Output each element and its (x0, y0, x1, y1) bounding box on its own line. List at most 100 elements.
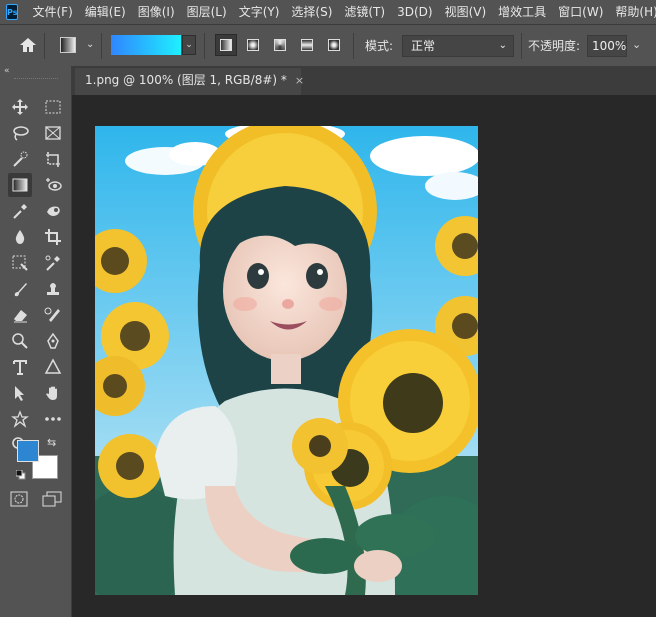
eyedropper-tool[interactable] (8, 199, 32, 223)
lasso-icon (13, 126, 29, 141)
frame-tool[interactable] (41, 121, 65, 145)
dodge-icon (12, 333, 28, 349)
path-select-tool[interactable] (8, 381, 32, 405)
history-brush-tool[interactable] (41, 303, 65, 327)
quick-select-tool[interactable] (8, 147, 32, 171)
menu-edit[interactable]: 编辑(E) (79, 0, 132, 24)
diamond-gradient-button[interactable] (323, 34, 345, 56)
rect-marquee-icon (45, 100, 61, 114)
more-tools-icon (45, 417, 61, 421)
swap-colors-icon[interactable]: ⇆ (47, 436, 56, 449)
opacity-input[interactable]: 100% (587, 35, 627, 57)
diamond-gradient-icon (328, 39, 340, 51)
gradient-picker-swatch[interactable] (111, 35, 181, 55)
menu-view[interactable]: 视图(V) (439, 0, 493, 24)
reflected-gradient-icon (301, 39, 313, 51)
gradient-tool[interactable] (8, 173, 32, 197)
triangle-shape-tool[interactable] (41, 355, 65, 379)
document-tab[interactable]: 1.png @ 100% (图层 1, RGB/8#) * × (75, 68, 304, 95)
radial-gradient-icon (247, 39, 259, 51)
eyedropper-icon (13, 204, 27, 219)
document-canvas[interactable] (95, 126, 478, 595)
angle-gradient-button[interactable] (269, 34, 291, 56)
gradient-icon (12, 178, 28, 192)
menu-filter[interactable]: 滤镜(T) (338, 0, 391, 24)
menu-file[interactable]: 文件(F) (26, 0, 78, 24)
pen-tool[interactable] (41, 329, 65, 353)
frame-icon (45, 126, 61, 140)
blur-drop-icon (15, 230, 25, 244)
radial-gradient-button[interactable] (242, 34, 264, 56)
photoshop-logo-icon[interactable]: Ps (6, 4, 19, 20)
mode-select[interactable]: 正常 ⌄ (402, 35, 514, 57)
document-tab-bar: 1.png @ 100% (图层 1, RGB/8#) * × (72, 66, 656, 95)
reflected-gradient-button[interactable] (296, 34, 318, 56)
menu-bar: Ps 文件(F) 编辑(E) 图像(I) 图层(L) 文字(Y) 选择(S) 滤镜(T) 3D… (0, 0, 656, 24)
custom-shape-tool[interactable] (8, 407, 32, 431)
menu-select[interactable]: 选择(S) (285, 0, 338, 24)
menu-layer[interactable]: 图层(L) (181, 0, 233, 24)
more-tools-tool[interactable] (41, 407, 65, 431)
move-icon (12, 99, 28, 115)
gradient-dropdown-button[interactable]: ⌄ (182, 35, 196, 55)
path-select-icon (15, 386, 24, 401)
menu-help[interactable]: 帮助(H) (609, 0, 656, 24)
collapse-panel-icon[interactable]: « (4, 66, 10, 76)
move-tool[interactable] (8, 95, 32, 119)
color-sampler-tool[interactable] (41, 251, 65, 275)
close-icon[interactable]: × (295, 74, 304, 87)
stamp-tool[interactable] (41, 277, 65, 301)
menu-type[interactable]: 文字(Y) (233, 0, 286, 24)
screen-mode-icon[interactable] (42, 491, 62, 507)
menu-plugins[interactable]: 增效工具 (492, 0, 552, 24)
eye-3d-tool[interactable] (41, 173, 65, 197)
stamp-icon (47, 283, 59, 295)
crop-icon (45, 229, 61, 245)
home-icon[interactable] (18, 35, 38, 55)
foreground-color-swatch[interactable] (17, 440, 39, 462)
divider (353, 33, 354, 59)
menu-3d[interactable]: 3D(D) (391, 0, 438, 24)
chevron-down-icon[interactable]: ⌄ (632, 38, 641, 51)
dodge-tool[interactable] (8, 329, 32, 353)
patch-tool[interactable] (41, 199, 65, 223)
mode-label: 模式: (365, 39, 394, 53)
quick-select-icon (13, 151, 28, 167)
content-aware-move-tool[interactable] (8, 251, 32, 275)
pen-icon (47, 332, 59, 349)
eraser-tool[interactable] (8, 303, 32, 327)
type-icon (13, 360, 27, 375)
gradient-tool-preset-icon[interactable] (60, 37, 76, 53)
linear-gradient-button[interactable] (215, 34, 237, 56)
color-sampler-icon (45, 255, 60, 271)
patch-icon (47, 206, 60, 216)
triangle-shape-icon (44, 358, 62, 374)
linear-gradient-icon (220, 39, 232, 51)
content-aware-move-icon (12, 255, 28, 271)
divider (44, 33, 45, 59)
crop-tool[interactable] (41, 225, 65, 249)
history-brush-icon (44, 307, 60, 322)
rect-marquee-tool[interactable] (41, 95, 65, 119)
crop-perspective-tool[interactable] (41, 147, 65, 171)
panel-grip[interactable] (14, 78, 58, 82)
brush-tool[interactable] (8, 277, 32, 301)
blur-drop-tool[interactable] (8, 225, 32, 249)
mode-value: 正常 (411, 39, 436, 53)
hand-icon (46, 386, 57, 400)
chevron-down-icon[interactable]: ⌄ (86, 39, 94, 50)
type-tool[interactable] (8, 355, 32, 379)
menu-image[interactable]: 图像(I) (132, 0, 181, 24)
canvas-area[interactable] (72, 95, 656, 617)
lasso-tool[interactable] (8, 121, 32, 145)
hand-tool[interactable] (41, 381, 65, 405)
angle-gradient-icon (274, 39, 286, 51)
crop-perspective-icon (46, 152, 60, 167)
quick-mask-icon[interactable] (10, 491, 28, 507)
eye-3d-icon (46, 178, 62, 191)
artwork-image (95, 126, 478, 595)
menu-window[interactable]: 窗口(W) (552, 0, 609, 24)
default-colors-icon[interactable] (16, 470, 26, 480)
opacity-label: 不透明度: (528, 39, 581, 53)
divider (521, 33, 522, 59)
